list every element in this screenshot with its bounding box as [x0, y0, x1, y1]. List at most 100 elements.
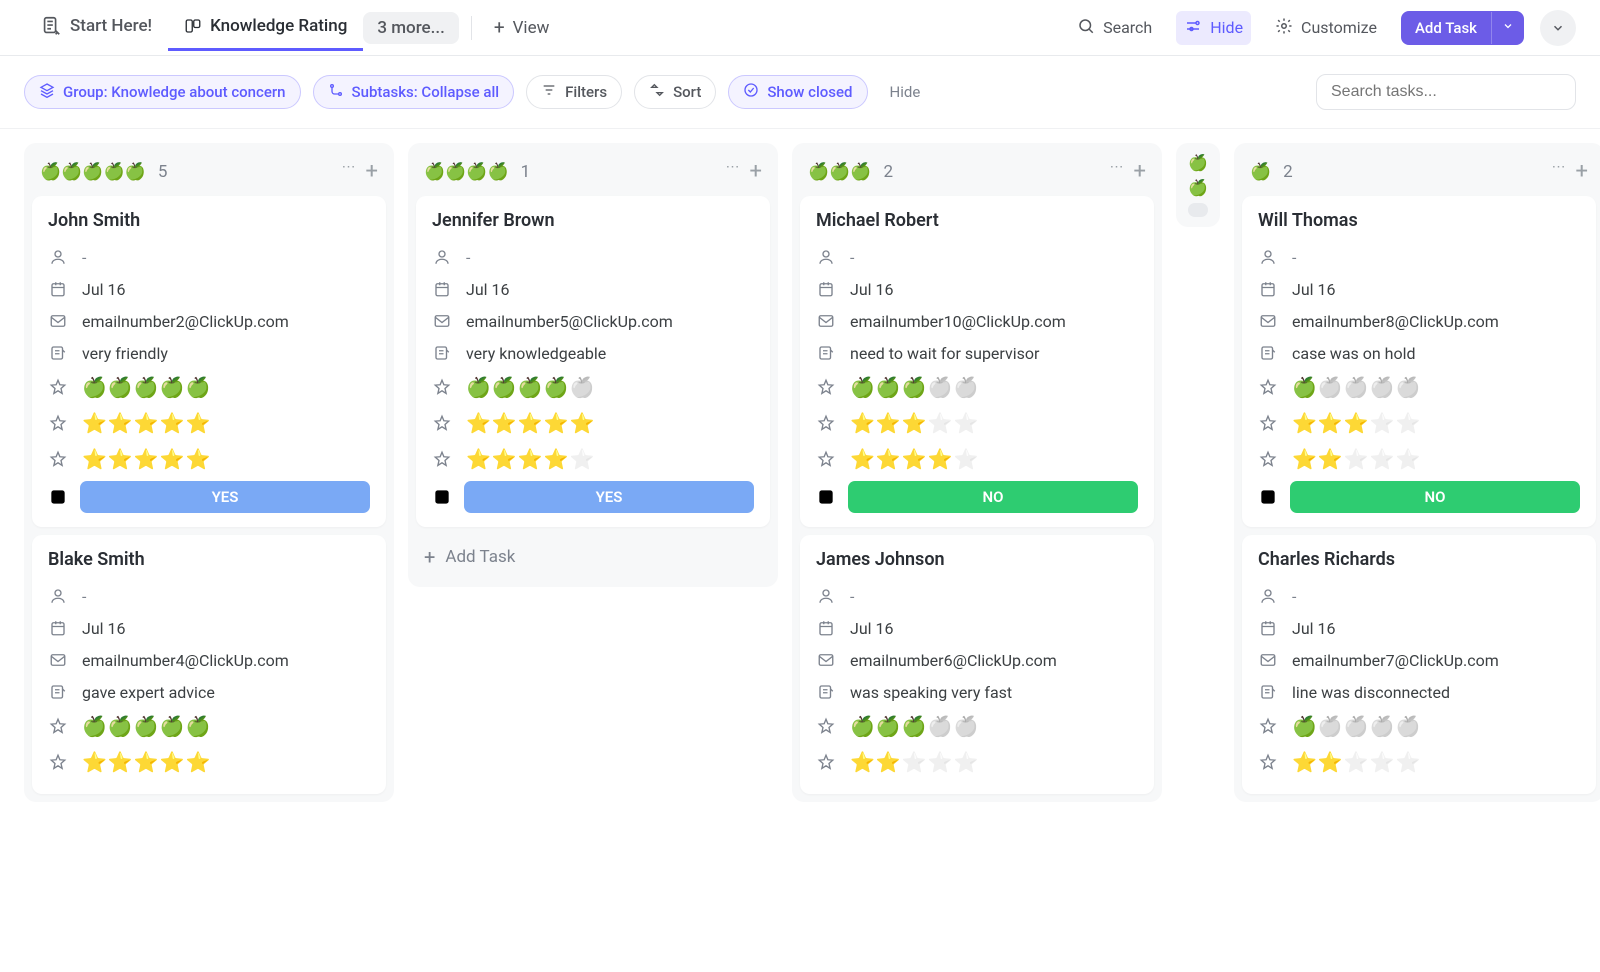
- assignee-row[interactable]: -: [1258, 580, 1580, 612]
- apple-rating-row[interactable]: 🍏🍏🍏🍏🍏: [1258, 369, 1580, 405]
- assignee-row[interactable]: -: [1258, 241, 1580, 273]
- email-row[interactable]: emailnumber4@ClickUp.com: [48, 644, 370, 676]
- email-row[interactable]: emailnumber7@ClickUp.com: [1258, 644, 1580, 676]
- date-row[interactable]: Jul 16: [432, 273, 754, 305]
- note-row[interactable]: line was disconnected: [1258, 676, 1580, 708]
- apple-rating-row[interactable]: 🍏🍏🍏🍏🍏: [48, 369, 370, 405]
- apple-rating-row[interactable]: 🍏🍏🍏🍏🍏: [816, 708, 1138, 744]
- column-more-button[interactable]: ⋯: [1110, 159, 1124, 184]
- star-rating-row[interactable]: ⭐⭐⭐⭐⭐: [48, 744, 370, 780]
- tab-knowledge-rating[interactable]: Knowledge Rating: [168, 4, 363, 51]
- note-row[interactable]: was speaking very fast: [816, 676, 1138, 708]
- subtasks-chip[interactable]: Subtasks: Collapse all: [313, 75, 515, 109]
- note-row[interactable]: gave expert advice: [48, 676, 370, 708]
- date-row[interactable]: Jul 16: [1258, 273, 1580, 305]
- star-rating-row[interactable]: ⭐⭐⭐⭐⭐: [816, 744, 1138, 780]
- column-add-button[interactable]: +: [1576, 159, 1588, 184]
- date-row[interactable]: Jul 16: [1258, 612, 1580, 644]
- task-card[interactable]: Jennifer Brown-Jul 16emailnumber5@ClickU…: [416, 196, 770, 527]
- star-rating-row[interactable]: ⭐⭐⭐⭐⭐: [432, 405, 754, 441]
- star-icon: [48, 377, 68, 397]
- assignee-row[interactable]: -: [816, 241, 1138, 273]
- hide-filter-button[interactable]: Hide: [880, 83, 931, 101]
- column-add-button[interactable]: +: [366, 159, 378, 184]
- board-column: 🍏🍏🍏2⋯+Michael Robert-Jul 16emailnumber10…: [792, 143, 1162, 802]
- tab-start-here[interactable]: Start Here!: [24, 3, 168, 52]
- column-more-button[interactable]: ⋯: [726, 159, 740, 184]
- date-row[interactable]: Jul 16: [48, 612, 370, 644]
- tab-label: Start Here!: [70, 16, 152, 36]
- hide-button[interactable]: Hide: [1176, 11, 1251, 45]
- date-row[interactable]: Jul 16: [816, 273, 1138, 305]
- star-rating-row[interactable]: ⭐⭐⭐⭐⭐: [1258, 405, 1580, 441]
- star-rating-row[interactable]: ⭐⭐⭐⭐⭐: [1258, 744, 1580, 780]
- task-card[interactable]: John Smith-Jul 16emailnumber2@ClickUp.co…: [32, 196, 386, 527]
- note-row[interactable]: very friendly: [48, 337, 370, 369]
- chevron-down-icon[interactable]: [1491, 12, 1524, 44]
- board-column: 🍏2⋯+Will Thomas-Jul 16emailnumber8@Click…: [1234, 143, 1600, 802]
- assignee-row[interactable]: -: [48, 580, 370, 612]
- star-rating-row[interactable]: ⭐⭐⭐⭐⭐: [816, 405, 1138, 441]
- star-icon: [1258, 752, 1278, 772]
- note-row[interactable]: need to wait for supervisor: [816, 337, 1138, 369]
- filters-chip[interactable]: Filters: [526, 75, 622, 109]
- star-rating-row[interactable]: ⭐⭐⭐⭐⭐: [432, 441, 754, 477]
- column-add-button[interactable]: +: [1134, 159, 1146, 184]
- resolved-row[interactable]: YES: [48, 477, 370, 513]
- search-button[interactable]: Search: [1069, 11, 1160, 45]
- resolved-row[interactable]: YES: [432, 477, 754, 513]
- add-view-button[interactable]: + View: [484, 10, 560, 45]
- assignee-row[interactable]: -: [816, 580, 1138, 612]
- email-row[interactable]: emailnumber10@ClickUp.com: [816, 305, 1138, 337]
- star-icon: [816, 413, 836, 433]
- task-card[interactable]: Blake Smith-Jul 16emailnumber4@ClickUp.c…: [32, 535, 386, 794]
- task-name: Will Thomas: [1258, 210, 1580, 231]
- email-icon: [1258, 311, 1278, 331]
- email-row[interactable]: emailnumber5@ClickUp.com: [432, 305, 754, 337]
- task-name: Michael Robert: [816, 210, 1138, 231]
- resolved-row[interactable]: NO: [1258, 477, 1580, 513]
- task-card[interactable]: Will Thomas -Jul 16emailnumber8@ClickUp.c…: [1242, 196, 1596, 527]
- star-rating-row[interactable]: ⭐⭐⭐⭐⭐: [1258, 441, 1580, 477]
- apple-rating-row[interactable]: 🍏🍏🍏🍏🍏: [48, 708, 370, 744]
- calendar-icon: [1258, 618, 1278, 638]
- note-row[interactable]: case was on hold: [1258, 337, 1580, 369]
- collapsed-column[interactable]: 🍏🍏: [1176, 143, 1220, 227]
- email-row[interactable]: emailnumber6@ClickUp.com: [816, 644, 1138, 676]
- note-row[interactable]: very knowledgeable: [432, 337, 754, 369]
- task-card[interactable]: James Johnson-Jul 16emailnumber6@ClickUp…: [800, 535, 1154, 794]
- assignee-row[interactable]: -: [48, 241, 370, 273]
- calendar-icon: [48, 618, 68, 638]
- show-closed-chip[interactable]: Show closed: [728, 75, 867, 109]
- assignee-row[interactable]: -: [432, 241, 754, 273]
- add-task-row[interactable]: +Add Task: [416, 535, 770, 579]
- column-count: 1: [521, 162, 531, 182]
- column-add-button[interactable]: +: [750, 159, 762, 184]
- resolved-row[interactable]: NO: [816, 477, 1138, 513]
- more-menu-button[interactable]: [1540, 10, 1576, 46]
- customize-button[interactable]: Customize: [1267, 11, 1385, 45]
- date-row[interactable]: Jul 16: [816, 612, 1138, 644]
- date-row[interactable]: Jul 16: [48, 273, 370, 305]
- task-card[interactable]: Michael Robert -Jul 16emailnumber10@Click…: [800, 196, 1154, 527]
- group-chip[interactable]: Group: Knowledge about concern: [24, 75, 301, 109]
- note-icon: [48, 343, 68, 363]
- column-more-button[interactable]: ⋯: [342, 159, 356, 184]
- apple-rating-row[interactable]: 🍏🍏🍏🍏🍏: [1258, 708, 1580, 744]
- star-rating-row[interactable]: ⭐⭐⭐⭐⭐: [48, 441, 370, 477]
- apple-rating-row[interactable]: 🍏🍏🍏🍏🍏: [432, 369, 754, 405]
- star-icon: [432, 377, 452, 397]
- email-row[interactable]: emailnumber8@ClickUp.com: [1258, 305, 1580, 337]
- task-card[interactable]: Charles Richards-Jul 16emailnumber7@Clic…: [1242, 535, 1596, 794]
- apple-rating-row[interactable]: 🍏🍏🍏🍏🍏: [816, 369, 1138, 405]
- column-header: 🍏2⋯+: [1242, 151, 1596, 188]
- more-views-button[interactable]: 3 more...: [363, 12, 458, 44]
- add-task-button[interactable]: Add Task: [1401, 11, 1524, 45]
- star-rating-row[interactable]: ⭐⭐⭐⭐⭐: [816, 441, 1138, 477]
- star-rating-row[interactable]: ⭐⭐⭐⭐⭐: [48, 405, 370, 441]
- column-more-button[interactable]: ⋯: [1552, 159, 1566, 184]
- email-row[interactable]: emailnumber2@ClickUp.com: [48, 305, 370, 337]
- calendar-icon: [816, 279, 836, 299]
- search-tasks-input[interactable]: [1316, 74, 1576, 110]
- sort-chip[interactable]: Sort: [634, 75, 716, 109]
